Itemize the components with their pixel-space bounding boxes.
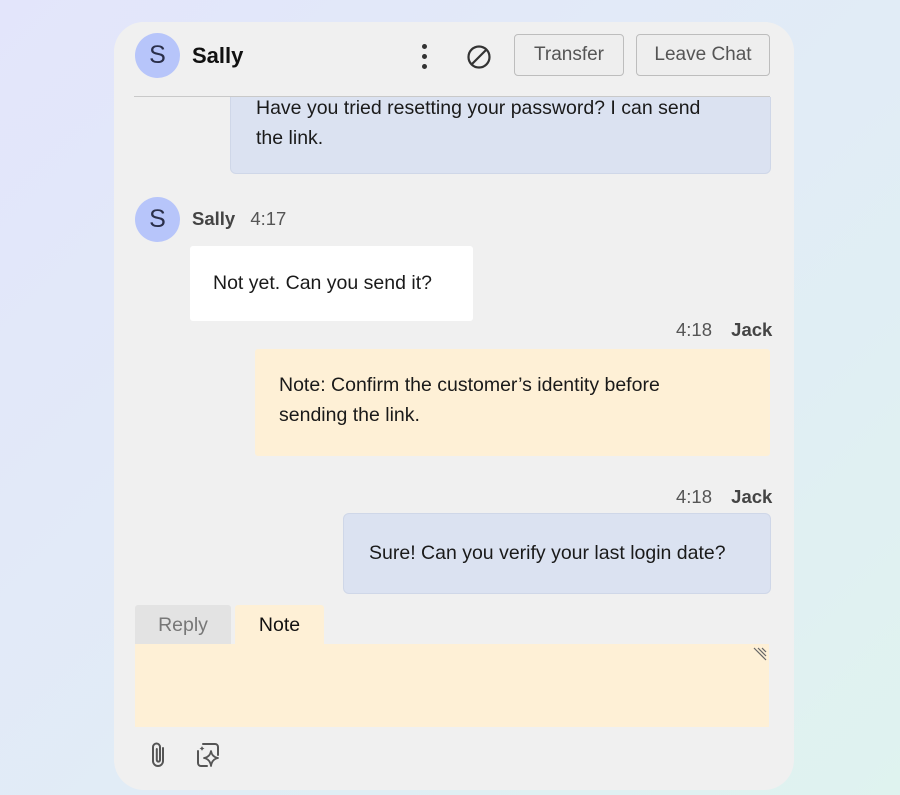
message-text: Note: Confirm the customer’s identity be… [279,374,660,396]
message-time: 4:17 [250,208,287,229]
message-text: Have you tried resetting your password? … [256,97,701,119]
message-time: 4:18 [676,486,713,507]
sparkle-icon[interactable] [193,739,223,771]
customer-message-bubble: Not yet. Can you send it? [190,246,473,321]
agent-message-bubble: Sure! Can you verify your last login dat… [343,513,771,594]
avatar-initial: S [149,41,166,69]
leave-chat-button[interactable]: Leave Chat [636,34,770,76]
chat-panel: Have you tried resetting your password? … [114,22,794,790]
avatar-initial: S [149,205,166,233]
note-input[interactable] [135,644,769,727]
tab-reply[interactable]: Reply [135,605,231,645]
resize-handle-icon[interactable] [751,646,767,662]
message-text: Not yet. Can you send it? [213,272,432,294]
header-divider [134,96,770,97]
message-text: the link. [256,127,324,149]
block-icon[interactable] [465,43,493,71]
transfer-button[interactable]: Transfer [514,34,624,76]
contact-name: Sally [192,43,244,68]
message-author: Sally [192,208,236,229]
internal-note-bubble: Note: Confirm the customer’s identity be… [255,349,770,456]
contact-avatar: S [135,33,180,78]
paperclip-icon[interactable] [144,739,174,771]
message-meta: Sally 4:17 [192,208,286,230]
message-meta: 4:18 Jack [676,486,772,508]
chat-header: S Sally Transfer Leave Chat [114,22,794,97]
customer-avatar: S [135,197,180,242]
message-time: 4:18 [676,319,713,340]
tab-note[interactable]: Note [235,605,324,645]
message-text: Sure! Can you verify your last login dat… [369,542,726,564]
kebab-menu-icon[interactable] [414,42,434,72]
message-text: sending the link. [279,404,420,426]
message-meta: 4:18 Jack [676,319,772,341]
message-author: Jack [731,486,773,507]
message-author: Jack [731,319,773,340]
